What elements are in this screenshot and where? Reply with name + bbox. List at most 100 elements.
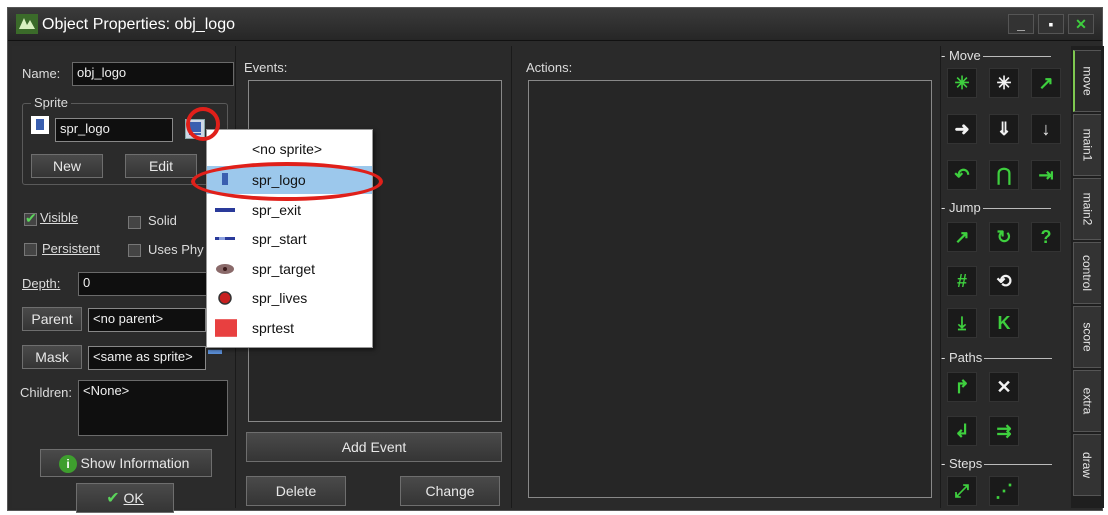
persistent-label: Persistent <box>42 241 100 256</box>
move-towards-icon[interactable]: ↗ <box>1031 68 1061 98</box>
menu-item-label: spr_lives <box>252 290 308 306</box>
jump-to-random-icon[interactable]: ? <box>1031 222 1061 252</box>
visible-checkbox[interactable] <box>24 210 37 227</box>
jump-to-position-icon[interactable]: ↗ <box>947 222 977 252</box>
children-label: Children: <box>20 385 73 400</box>
menu-item-spr-start[interactable]: spr_start <box>207 225 372 253</box>
actions-panel: Actions: <box>516 46 941 508</box>
close-button[interactable]: ✕ <box>1068 14 1094 34</box>
sprite-preview-icon <box>31 116 49 134</box>
set-path-icon[interactable]: ↱ <box>947 372 977 402</box>
delete-event-button[interactable]: Delete <box>246 476 346 506</box>
friction-icon[interactable]: ⇥ <box>1031 160 1061 190</box>
jump-section-header: - Jump <box>941 200 1051 215</box>
show-information-button[interactable]: i Show Information <box>40 449 212 477</box>
tab-main2[interactable]: main2 <box>1073 178 1101 240</box>
ok-button[interactable]: ✔ OK <box>76 483 174 513</box>
show-information-label: Show Information <box>80 455 190 471</box>
tab-control-label: control <box>1080 254 1095 292</box>
move-free-icon[interactable]: ✳ <box>989 68 1019 98</box>
mask-field[interactable]: <same as sprite> <box>88 346 206 370</box>
lives-sprite-icon <box>218 291 232 305</box>
edit-sprite-button[interactable]: Edit <box>125 154 197 178</box>
start-sprite-icon <box>215 237 235 240</box>
steps-section-header: - Steps <box>941 456 1053 471</box>
move-fixed-icon[interactable]: ✳ <box>947 68 977 98</box>
speed-horizontal-icon[interactable]: ➜ <box>947 114 977 144</box>
menu-item-label: spr_exit <box>252 202 302 218</box>
tab-extra[interactable]: extra <box>1073 370 1101 432</box>
window-title: Object Properties: obj_logo <box>42 16 235 33</box>
gravity-icon[interactable]: ↓ <box>1031 114 1061 144</box>
tab-draw-label: draw <box>1080 451 1095 479</box>
tab-extra-label: extra <box>1080 387 1095 415</box>
library-tabs: move main1 main2 control score extra dra… <box>1071 46 1104 508</box>
tab-score[interactable]: score <box>1073 306 1101 368</box>
step-towards-icon[interactable]: ⤢ <box>947 476 977 506</box>
menu-item-spr-lives[interactable]: spr_lives <box>207 284 372 312</box>
name-label: Name: <box>22 66 61 81</box>
target-sprite-icon <box>216 264 234 274</box>
step-avoiding-icon[interactable]: ⋰ <box>989 476 1019 506</box>
tab-main1[interactable]: main1 <box>1073 114 1101 176</box>
wrap-screen-icon[interactable]: ⟲ <box>989 266 1019 296</box>
uses-physics-label: Uses Phy <box>148 242 204 257</box>
jump-to-start-icon[interactable]: ↻ <box>989 222 1019 252</box>
test-sprite-icon <box>215 319 237 337</box>
parent-button[interactable]: Parent <box>22 307 82 331</box>
path-position-icon[interactable]: ↲ <box>947 416 977 446</box>
move-section-header: - Move <box>941 48 1051 63</box>
events-label: Events: <box>244 60 288 75</box>
sprite-field[interactable]: spr_logo <box>55 118 173 142</box>
speed-vertical-icon[interactable]: ⇓ <box>989 114 1019 144</box>
ok-label: OK <box>123 490 144 506</box>
highlight-ring-sprite-button <box>186 107 220 141</box>
tab-draw[interactable]: draw <box>1073 434 1101 496</box>
gamemaker-icon <box>16 14 38 34</box>
actions-label: Actions: <box>526 60 573 75</box>
name-field[interactable]: obj_logo <box>72 62 234 86</box>
menu-item-label: spr_start <box>252 231 307 247</box>
menu-item-label: sprtest <box>252 320 295 336</box>
paths-section-label: Paths <box>948 350 983 365</box>
add-event-button[interactable]: Add Event <box>246 432 502 462</box>
maximize-button[interactable]: ▪ <box>1038 14 1064 34</box>
end-path-icon[interactable]: ✕ <box>989 372 1019 402</box>
menu-item-sprtest[interactable]: sprtest <box>207 314 372 342</box>
persistent-checkbox[interactable] <box>24 243 37 256</box>
minimize-button[interactable]: _ <box>1008 14 1034 34</box>
uses-physics-checkbox[interactable] <box>128 244 141 257</box>
action-library: - Move ✳ ✳ ↗ ➜ ⇓ ↓ ↶ ⋂ ⇥ - Jump ↗ ↻ ? # … <box>941 46 1071 508</box>
children-list[interactable]: <None> <box>78 380 228 436</box>
visible-label: Visible <box>40 210 79 225</box>
title-bar: Object Properties: obj_logo _ ▪ ✕ <box>8 8 1102 41</box>
tab-main1-label: main1 <box>1080 128 1095 162</box>
menu-item-label: spr_target <box>252 261 316 277</box>
tab-score-label: score <box>1080 322 1095 352</box>
solid-checkbox[interactable] <box>128 216 141 229</box>
change-event-button[interactable]: Change <box>400 476 500 506</box>
actions-list[interactable] <box>528 80 932 498</box>
new-sprite-button[interactable]: New <box>31 154 103 178</box>
object-properties-window: Object Properties: obj_logo _ ▪ ✕ Name: … <box>7 7 1104 513</box>
tab-move-label: move <box>1081 66 1095 96</box>
tab-control[interactable]: control <box>1073 242 1101 304</box>
path-speed-icon[interactable]: ⇉ <box>989 416 1019 446</box>
move-to-contact-icon[interactable]: ⤓ <box>947 308 977 338</box>
move-section-label: Move <box>948 48 981 63</box>
menu-item-spr-target[interactable]: spr_target <box>207 255 372 283</box>
menu-item-no-sprite[interactable]: <no sprite> <box>207 135 372 163</box>
tab-move[interactable]: move <box>1073 50 1101 112</box>
tab-main2-label: main2 <box>1080 192 1095 226</box>
mask-button[interactable]: Mask <box>22 345 82 369</box>
solid-label: Solid <box>148 213 177 228</box>
align-to-grid-icon[interactable]: # <box>947 266 977 296</box>
parent-field[interactable]: <no parent> <box>88 308 206 332</box>
reverse-vertical-icon[interactable]: ⋂ <box>989 160 1019 190</box>
bounce-icon[interactable]: K <box>989 308 1019 338</box>
paths-section-header: - Paths <box>941 350 1053 365</box>
highlight-ring-spr-logo <box>191 162 383 201</box>
reverse-horizontal-icon[interactable]: ↶ <box>947 160 977 190</box>
info-icon: i <box>59 455 77 473</box>
exit-sprite-icon <box>215 208 235 212</box>
